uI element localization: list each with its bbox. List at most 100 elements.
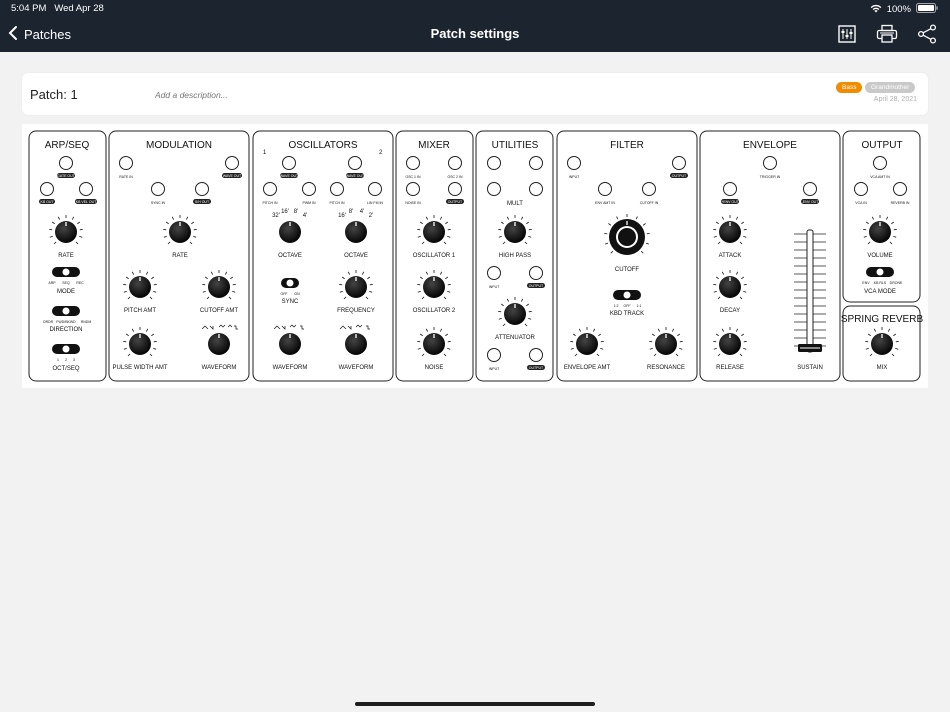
osc1-oct-4: 4' [303, 213, 307, 219]
label-vca-amt-in: VCA AMT IN [870, 175, 890, 179]
jack-util-output-1[interactable] [529, 266, 543, 280]
knob-osc2-waveform[interactable] [345, 333, 367, 355]
label-pw-amt: PULSE WIDTH AMT [112, 365, 167, 371]
jack-neg-env-out[interactable] [803, 182, 817, 196]
jack-osc2-wave-out[interactable] [348, 156, 362, 170]
label-cutoff: CUTOFF [615, 267, 640, 273]
jack-kb-vel-out[interactable] [79, 182, 93, 196]
label-sync-in: SYNC IN [151, 201, 166, 205]
jack-gate-out[interactable] [59, 156, 73, 170]
osc1-oct-8: 8' [294, 209, 298, 215]
label-filter-output: OUTPUT [672, 174, 687, 178]
jack-mult-4[interactable] [529, 182, 543, 196]
switch-vca-mode[interactable] [866, 267, 894, 277]
label-vca-mode: VCA MODE [864, 289, 896, 295]
tag-bass[interactable]: Bass [836, 82, 863, 93]
switch-sync[interactable] [281, 278, 299, 288]
jack-mixer-output[interactable] [448, 182, 462, 196]
jack-sync-in[interactable] [151, 182, 165, 196]
jack-rate-in[interactable] [119, 156, 133, 170]
oscillators-title: OSCILLATORS [288, 140, 357, 151]
jack-util-output-2[interactable] [529, 348, 543, 362]
synth-panel-icon[interactable] [836, 24, 858, 44]
osc2-oct-2: 2' [369, 213, 373, 219]
label-sustain: SUSTAIN [797, 365, 823, 371]
label-lin-fm-in: LIN FM IN [367, 201, 383, 205]
jack-filter-output[interactable] [672, 156, 686, 170]
jack-sh-out[interactable] [195, 182, 209, 196]
description-input[interactable] [155, 90, 655, 100]
osc1-oct-32: 32' [272, 213, 280, 219]
jack-env-out[interactable] [723, 182, 737, 196]
jack-pwm-in[interactable] [302, 182, 316, 196]
label-osc2-octave: OCTAVE [344, 253, 368, 259]
jack-osc2-in[interactable] [448, 156, 462, 170]
jack-vca-amt-in[interactable] [873, 156, 887, 170]
sync-opt-off: OFF [281, 292, 288, 296]
tag-grandmother[interactable]: Grandmother [865, 82, 916, 93]
jack-osc2-pitch-in[interactable] [330, 182, 344, 196]
label-mod-waveform: WAVEFORM [202, 365, 237, 371]
label-mix-osc2-in: OSC 2 IN [448, 175, 463, 179]
jack-reverb-in[interactable] [893, 182, 907, 196]
label-osc2-wave-out: WAVE OUT [346, 174, 365, 178]
jack-lin-fm-in[interactable] [368, 182, 382, 196]
patch-name[interactable]: Patch: 1 [30, 87, 78, 102]
jack-env-amt-in[interactable] [598, 182, 612, 196]
label-sh-out: S/H OUT [195, 200, 210, 204]
jack-mult-3[interactable] [487, 182, 501, 196]
top-navigation-bar: 5:04 PM Wed Apr 28 100% Patches Patch se… [0, 0, 950, 52]
label-octseq: OCT/SEQ [52, 366, 79, 372]
jack-kb-out[interactable] [40, 182, 54, 196]
jack-osc1-in[interactable] [406, 156, 420, 170]
jack-util-input-1[interactable] [487, 266, 501, 280]
knob-osc2-octave[interactable] [345, 221, 367, 243]
label-mod-wave-out: WAVE OUT [223, 174, 242, 178]
jack-osc1-pitch-in[interactable] [263, 182, 277, 196]
output-title: OUTPUT [861, 140, 902, 151]
module-oscillators [252, 130, 394, 382]
jack-noise-in[interactable] [406, 182, 420, 196]
jack-filter-input[interactable] [567, 156, 581, 170]
envelope-title: ENVELOPE [743, 140, 797, 151]
label-kb-vel-out: KB VEL OUT [76, 200, 97, 204]
knob-mod-waveform[interactable] [208, 333, 230, 355]
jack-trigger-in[interactable] [763, 156, 777, 170]
label-kb-out: KB OUT [40, 200, 54, 204]
dir-opt-ordr: ORDR [43, 320, 54, 324]
switch-kbd-track[interactable] [613, 290, 641, 300]
switch-octseq[interactable] [52, 344, 80, 354]
knob-osc1-waveform[interactable] [279, 333, 301, 355]
switch-mode[interactable] [52, 267, 80, 277]
label-pitch-amt: PITCH AMT [124, 308, 156, 314]
kbd-opt-12: 1:2 [614, 304, 619, 308]
jack-mult-1[interactable] [487, 156, 501, 170]
label-osc1-wave-out: WAVE OUT [280, 174, 299, 178]
label-release: RELEASE [716, 365, 744, 371]
print-icon[interactable] [876, 24, 898, 44]
label-attenuator: ATTENUATOR [495, 335, 535, 341]
label-osc1-waveform: WAVEFORM [273, 365, 308, 371]
arpseq-title: ARP/SEQ [45, 140, 90, 151]
share-icon[interactable] [916, 24, 938, 44]
osc2-oct-16: 16' [338, 213, 346, 219]
label-mix-output: OUTPUT [448, 200, 463, 204]
jack-mult-2[interactable] [529, 156, 543, 170]
jack-vca-in[interactable] [854, 182, 868, 196]
label-mult: MULT [507, 201, 523, 207]
jack-cutoff-in[interactable] [642, 182, 656, 196]
knob-osc1-octave[interactable] [279, 221, 301, 243]
mode-opt-seq: SEQ [62, 281, 70, 285]
vca-opt-kbrls: KB RLS [874, 281, 887, 285]
label-mix-noise: NOISE [425, 365, 444, 371]
label-arp-rate: RATE [58, 253, 74, 259]
label-cutoff-amt: CUTOFF AMT [200, 308, 239, 314]
jack-osc1-wave-out[interactable] [282, 156, 296, 170]
home-indicator [355, 702, 595, 706]
label-osc2-pitch-in: PITCH IN [330, 201, 345, 205]
label-mix-osc1-in: OSC 1 IN [406, 175, 421, 179]
oct-opt-2: 2 [65, 358, 67, 362]
switch-direction[interactable] [52, 306, 80, 316]
jack-util-input-2[interactable] [487, 348, 501, 362]
jack-wave-out-mod[interactable] [225, 156, 239, 170]
